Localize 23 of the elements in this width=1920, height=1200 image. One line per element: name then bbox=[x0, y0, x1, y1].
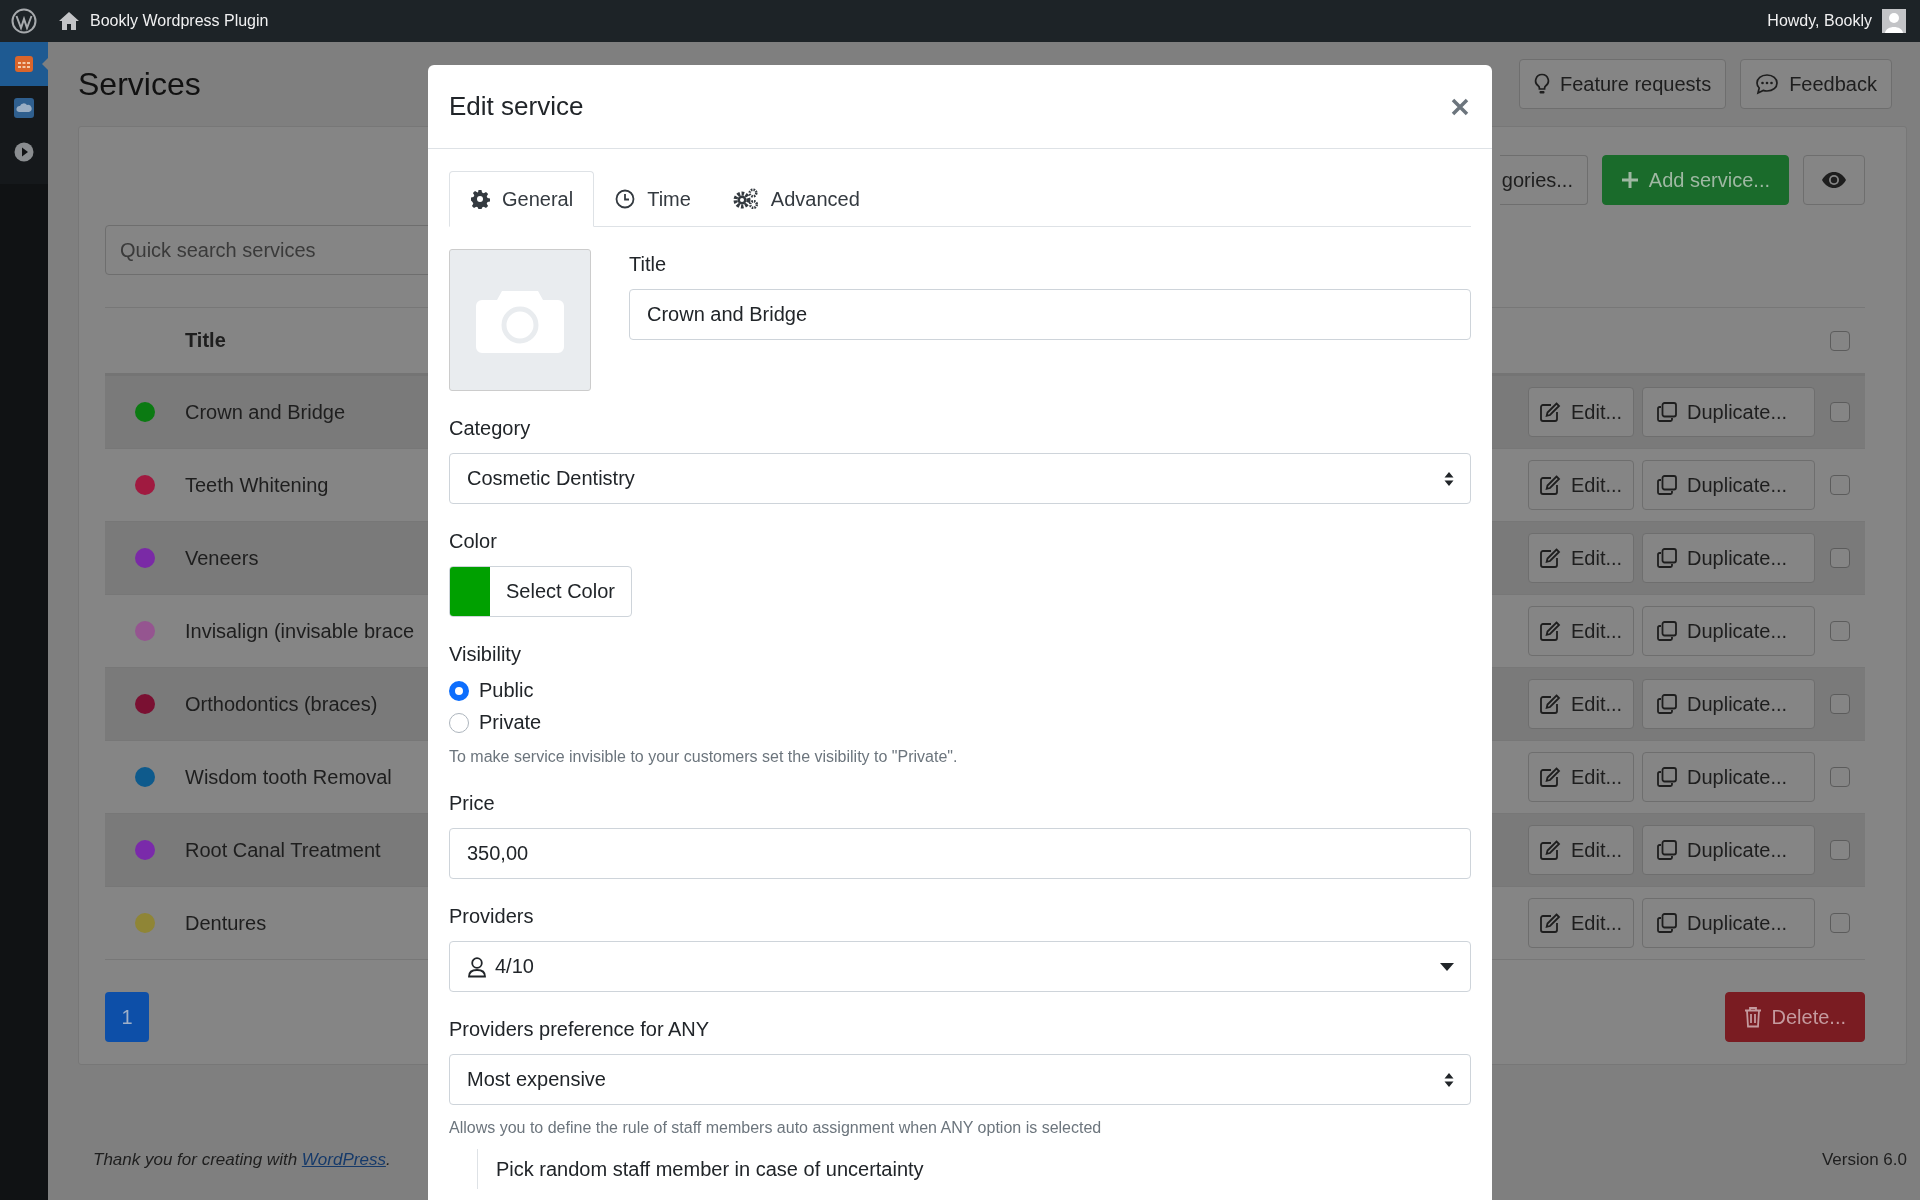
column-header: Title bbox=[185, 329, 227, 352]
field-label: Price bbox=[449, 791, 496, 816]
service-title: Wisdom tooth Removal bbox=[185, 765, 393, 789]
field-label: Providers preference for ANY bbox=[449, 1017, 711, 1042]
version-text: Version 6.0 bbox=[1821, 1150, 1907, 1170]
option-label: Pick random staff member in case of uncertainty bbox=[496, 1157, 924, 1181]
service-title: Teeth Whitening bbox=[185, 473, 330, 497]
service-title: Veneers bbox=[185, 546, 260, 570]
help-text: Allows you to define the rule of staff members auto assignment when ANY option is selected bbox=[449, 1119, 1103, 1137]
field-label: Color bbox=[449, 529, 498, 554]
field-label: Providers bbox=[449, 904, 535, 929]
service-title: Dentures bbox=[185, 911, 268, 935]
footer-text: Thank you for creating with WordPress. bbox=[93, 1150, 391, 1170]
service-title: Orthodontics (braces) bbox=[185, 692, 379, 716]
modal-title: Edit service bbox=[449, 91, 584, 122]
service-title: Crown and Bridge bbox=[185, 400, 347, 424]
help-text: To make service invisible to your customers set the visibility to "Private". bbox=[449, 748, 959, 766]
service-title: Root Canal Treatment bbox=[185, 838, 382, 862]
page-title: Services bbox=[78, 65, 201, 103]
field-label: Title bbox=[629, 252, 668, 277]
service-title: Invisalign (invisable brace bbox=[185, 619, 415, 643]
field-label: Visibility bbox=[449, 642, 522, 667]
field-label: Category bbox=[449, 416, 532, 441]
